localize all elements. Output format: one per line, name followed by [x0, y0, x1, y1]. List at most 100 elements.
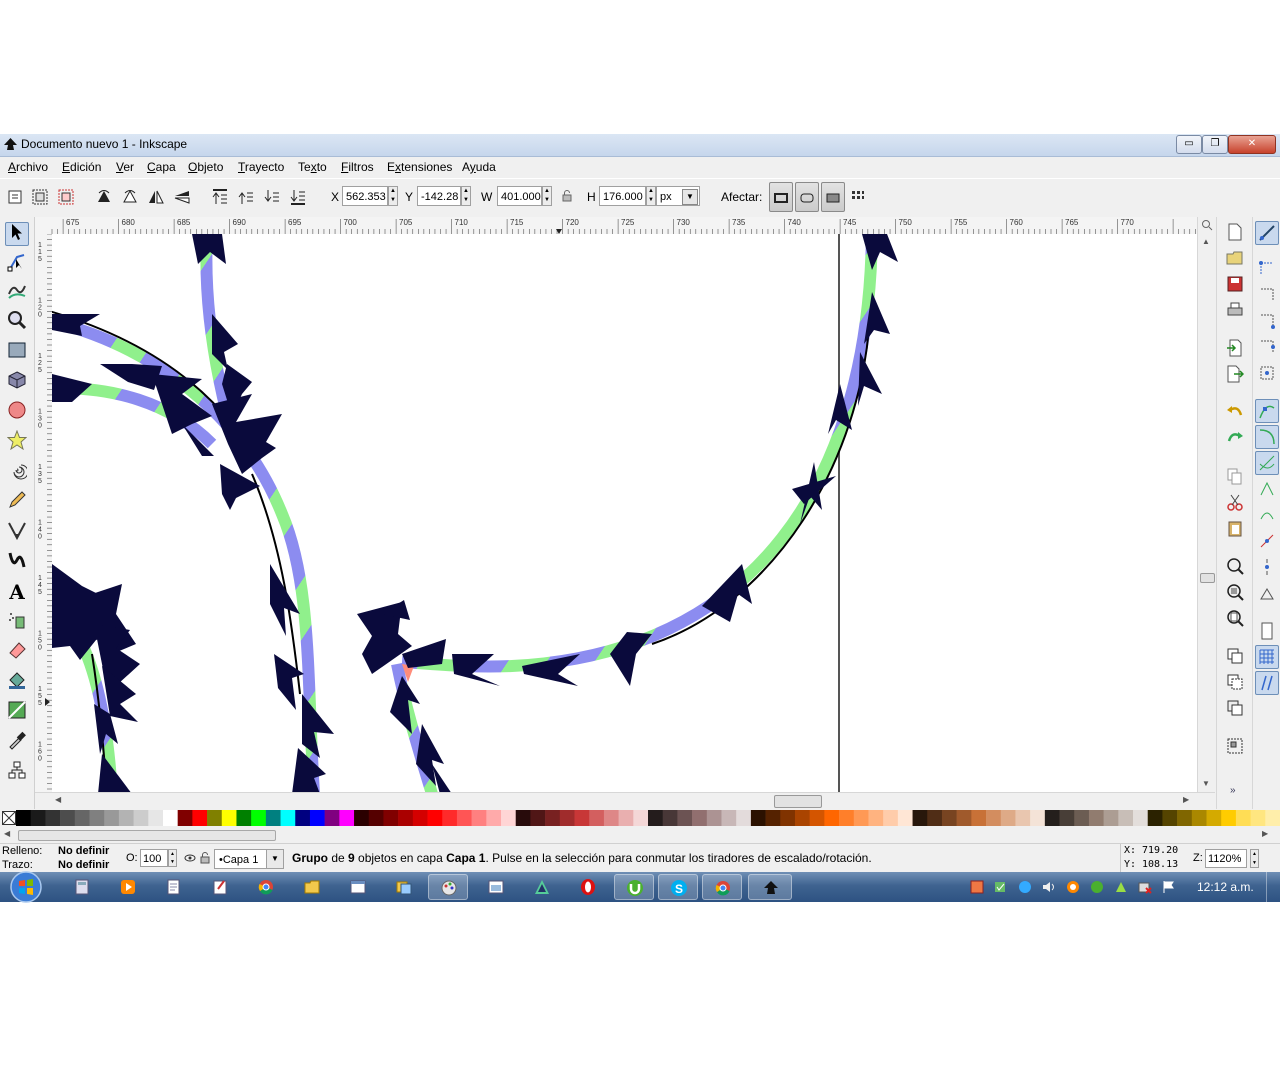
- color-swatch[interactable]: [398, 810, 414, 826]
- color-swatch[interactable]: [559, 810, 575, 826]
- start-orb-icon[interactable]: [8, 871, 44, 903]
- select-all-layers-icon[interactable]: [31, 188, 49, 206]
- tray-utorrent-icon[interactable]: [1090, 880, 1104, 894]
- zoom-selection-icon[interactable]: [1226, 557, 1244, 575]
- vertical-scrollbar[interactable]: ▲ ▼: [1197, 217, 1216, 809]
- color-swatch[interactable]: [941, 810, 957, 826]
- palette-scroll-right-icon[interactable]: ▶: [1262, 829, 1268, 838]
- rectangle-tool[interactable]: [5, 340, 29, 364]
- color-swatch[interactable]: [1177, 810, 1193, 826]
- color-swatch[interactable]: [412, 810, 428, 826]
- pen-tool[interactable]: [5, 520, 29, 544]
- layer-lock-icon[interactable]: [200, 852, 210, 864]
- color-swatch[interactable]: [74, 810, 90, 826]
- color-swatch[interactable]: [662, 810, 678, 826]
- opera-icon[interactable]: [580, 878, 596, 896]
- tray-security-icon[interactable]: [993, 880, 1007, 894]
- x-spinner[interactable]: ▲ ▼: [388, 186, 398, 206]
- clock[interactable]: 12:12 a.m.: [1197, 880, 1254, 894]
- deselect-icon[interactable]: [57, 188, 75, 206]
- tray-disabled-network-icon[interactable]: [1138, 880, 1152, 894]
- cut-icon[interactable]: [1226, 493, 1244, 511]
- y-spinner[interactable]: ▲ ▼: [461, 186, 471, 206]
- snap-bbox-centers-icon[interactable]: [1255, 361, 1279, 385]
- snap-smooth-nodes-icon[interactable]: [1255, 503, 1279, 527]
- maximize-button[interactable]: ❐: [1202, 135, 1228, 154]
- spiral-tool[interactable]: [5, 460, 29, 484]
- color-swatch[interactable]: [927, 810, 943, 826]
- color-swatch[interactable]: [1118, 810, 1134, 826]
- color-swatch[interactable]: [354, 810, 370, 826]
- palette-scroll-thumb[interactable]: [18, 830, 276, 841]
- new-document-icon[interactable]: [1226, 223, 1244, 241]
- taskbar-paint-button[interactable]: [428, 874, 468, 900]
- menu-texto[interactable]: Texto: [298, 160, 327, 174]
- arrow-markers[interactable]: [52, 234, 898, 792]
- fill-value[interactable]: No definir: [58, 845, 109, 857]
- color-swatch[interactable]: [1059, 810, 1075, 826]
- snap-intersections-toggle[interactable]: [1255, 451, 1279, 475]
- color-swatch[interactable]: [545, 810, 561, 826]
- selector-tool[interactable]: [5, 222, 29, 246]
- snap-bbox-corners-icon[interactable]: [1255, 309, 1279, 333]
- menu-capa[interactable]: Capa: [147, 160, 176, 174]
- color-swatch[interactable]: [897, 810, 913, 826]
- color-swatch[interactable]: [633, 810, 649, 826]
- undo-icon[interactable]: [1226, 403, 1244, 421]
- folder-app-icon[interactable]: [396, 879, 412, 895]
- raise-to-top-icon[interactable]: [211, 188, 229, 206]
- menu-objeto[interactable]: Objeto: [188, 160, 223, 174]
- menu-ayuda[interactable]: Ayuda: [462, 160, 496, 174]
- print-icon[interactable]: [1226, 301, 1244, 319]
- layer-select[interactable]: •Capa 1 ▼: [214, 849, 284, 869]
- scroll-right-icon[interactable]: ▶: [1183, 795, 1189, 804]
- rotate-ccw-icon[interactable]: [95, 188, 113, 206]
- color-swatch[interactable]: [1015, 810, 1031, 826]
- palette-scroll-left-icon[interactable]: ◀: [4, 829, 10, 838]
- star-tool[interactable]: [5, 429, 29, 454]
- text-tool[interactable]: A: [5, 580, 29, 604]
- tray-avast-icon[interactable]: [1066, 880, 1080, 894]
- color-swatch[interactable]: [794, 810, 810, 826]
- transform-patterns-icon[interactable]: [851, 190, 865, 204]
- color-swatch[interactable]: [618, 810, 634, 826]
- palette-scrollbar[interactable]: ◀ ▶: [0, 827, 1280, 843]
- connector-tool[interactable]: [5, 760, 29, 784]
- rotate-cw-icon[interactable]: [121, 188, 139, 206]
- snap-bbox-edges-icon[interactable]: [1255, 283, 1279, 307]
- color-swatch[interactable]: [368, 810, 384, 826]
- color-swatch[interactable]: [104, 810, 120, 826]
- w-spinner[interactable]: ▲ ▼: [542, 186, 552, 206]
- color-swatch[interactable]: [486, 810, 502, 826]
- export-icon[interactable]: [1226, 365, 1244, 383]
- snap-rotation-centers-icon[interactable]: [1255, 581, 1279, 605]
- scroll-down-icon[interactable]: ▼: [1202, 779, 1210, 788]
- window-app-icon[interactable]: [350, 879, 366, 895]
- copy-icon[interactable]: [1226, 467, 1244, 485]
- color-swatch[interactable]: [780, 810, 796, 826]
- color-swatch[interactable]: [251, 810, 267, 826]
- color-swatch[interactable]: [427, 810, 443, 826]
- explorer-icon[interactable]: [304, 879, 320, 895]
- horizontal-scrollbar[interactable]: ◀ ▶: [35, 792, 1215, 810]
- documents-icon[interactable]: [166, 879, 182, 895]
- chrome-icon[interactable]: [258, 879, 274, 895]
- horizontal-ruler[interactable]: 675 680 685 690 695 700 705 710 715 720 725 730 735 7…: [35, 217, 1197, 235]
- color-swatch[interactable]: [912, 810, 928, 826]
- color-swatch[interactable]: [339, 810, 355, 826]
- inkscape-a-icon[interactable]: [534, 879, 550, 895]
- color-swatch[interactable]: [809, 810, 825, 826]
- color-swatch[interactable]: [30, 810, 46, 826]
- drawing-canvas[interactable]: [52, 234, 1197, 792]
- zoom-drawing-icon[interactable]: [1226, 583, 1244, 601]
- color-swatch[interactable]: [1030, 810, 1046, 826]
- lower-to-bottom-icon[interactable]: [289, 188, 307, 206]
- vertical-scroll-thumb[interactable]: [1200, 573, 1215, 583]
- zoom-tool[interactable]: [5, 310, 29, 334]
- select-all-icon[interactable]: [6, 188, 24, 206]
- color-swatch[interactable]: [1088, 810, 1104, 826]
- stroke-value[interactable]: No definir: [58, 859, 109, 871]
- color-swatch[interactable]: [236, 810, 252, 826]
- color-swatch[interactable]: [736, 810, 752, 826]
- dropper-tool[interactable]: [5, 730, 29, 754]
